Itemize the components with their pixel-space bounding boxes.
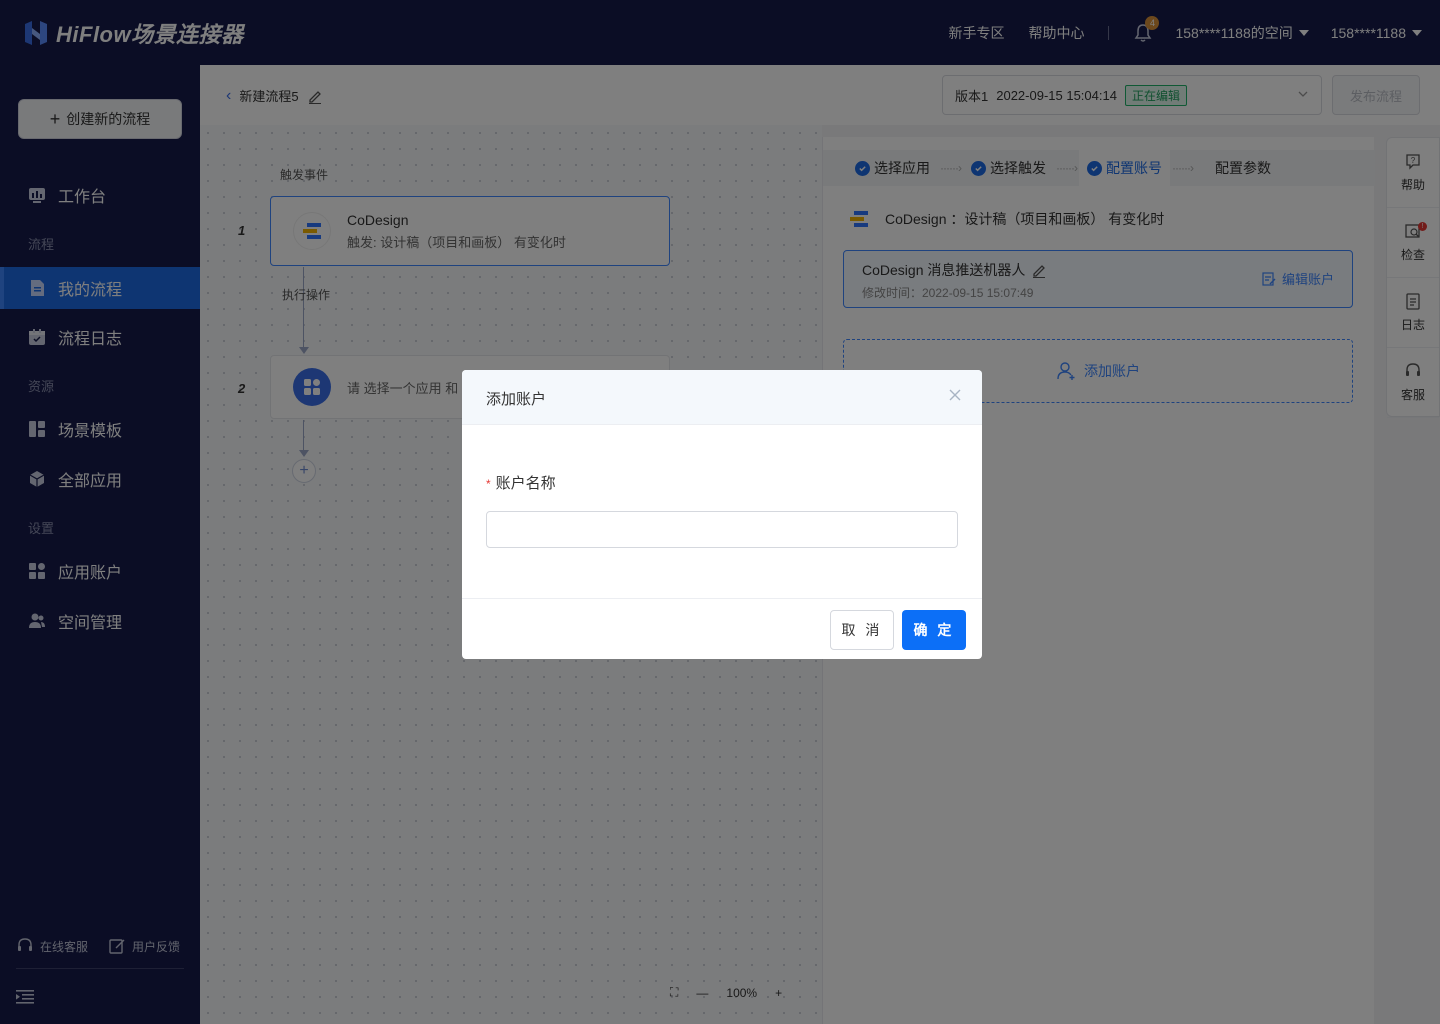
dialog-footer: 取 消 确 定 — [462, 598, 982, 659]
dialog-header: 添加账户 — [462, 370, 982, 425]
account-name-input[interactable] — [486, 511, 958, 548]
required-marker: * — [486, 477, 491, 491]
add-account-dialog: 添加账户 * 账户名称 取 消 确 定 — [462, 370, 982, 659]
confirm-button[interactable]: 确 定 — [902, 610, 966, 650]
account-name-label-text: 账户名称 — [495, 475, 556, 492]
dialog-title: 添加账户 — [486, 391, 547, 408]
close-icon[interactable] — [948, 388, 962, 402]
account-name-label: * 账户名称 — [486, 472, 556, 493]
cancel-button[interactable]: 取 消 — [830, 610, 894, 650]
